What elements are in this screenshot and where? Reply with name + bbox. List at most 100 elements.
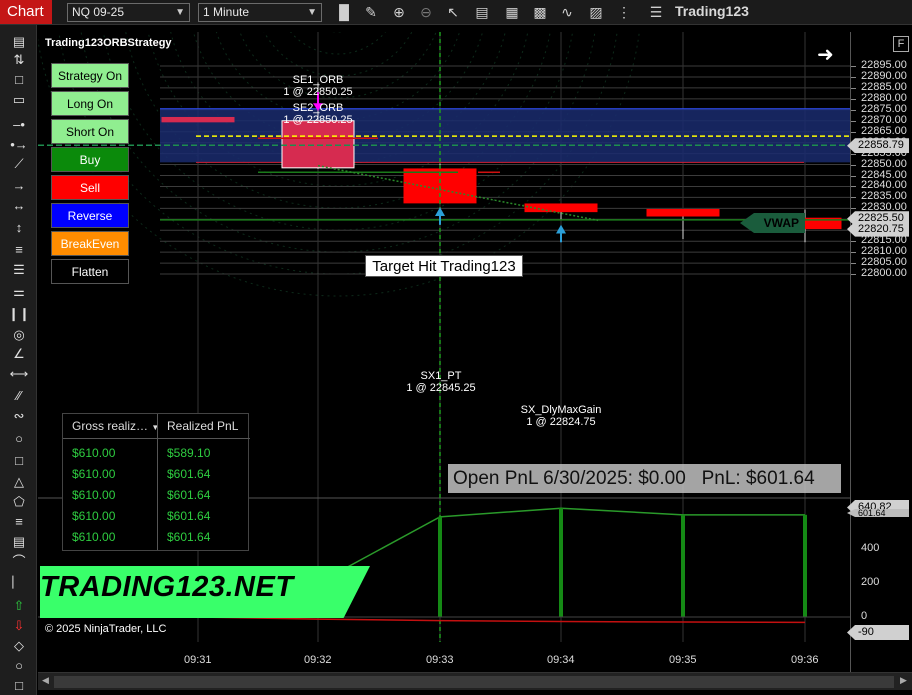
background-arc — [289, 32, 387, 55]
vertical-line-icon[interactable]: ↕ — [8, 219, 30, 237]
risk-reward-icon[interactable]: ⌒ — [8, 553, 30, 571]
price-axis[interactable]: F 22895.00 22890.00 22885.00 22880.00 22875.… — [847, 32, 912, 674]
arrow-down-icon[interactable]: ⇩ — [8, 617, 30, 635]
horizontal-line-icon[interactable]: ↔ — [8, 197, 30, 215]
fib-icon[interactable]: ≡ — [8, 241, 30, 259]
pointer-icon[interactable]: ↖ — [443, 3, 463, 22]
arrow-up-icon[interactable]: ⇧ — [8, 597, 30, 615]
extended-line-icon[interactable]: → — [8, 177, 30, 195]
price-tick — [851, 87, 856, 89]
strategy-button-5[interactable]: Reverse — [51, 203, 129, 228]
strategy-button-7[interactable]: Flatten — [51, 259, 129, 284]
select-box-icon[interactable]: □ — [8, 71, 30, 89]
bar-chart-icon[interactable]: ▐▌ — [334, 3, 354, 22]
strategy-button-6[interactable]: BreakEven — [51, 231, 129, 256]
region-icon[interactable]: ▤ — [8, 533, 30, 551]
line-icon[interactable]: –• — [8, 116, 30, 134]
trend-channel-icon[interactable]: ∕∕ — [8, 387, 30, 405]
square-icon[interactable]: □ — [8, 677, 30, 695]
arrows-icon[interactable]: ⇅ — [8, 51, 30, 69]
gross-header[interactable]: Gross realiz… ▼ — [63, 414, 157, 439]
ruler-measure-icon[interactable]: ⎸ — [8, 573, 30, 591]
strategy-button-3[interactable]: Buy — [51, 147, 129, 172]
diamond-icon[interactable]: ◇ — [8, 637, 30, 655]
angle-icon[interactable]: ∠ — [8, 345, 30, 363]
scroll-left-icon[interactable]: ◀ — [42, 675, 49, 686]
text-icon[interactable]: ≡ — [8, 513, 30, 531]
rect-select-icon[interactable]: ▭ — [8, 91, 30, 109]
exit-marker — [556, 224, 566, 234]
pnl-banner: Open PnL 6/30/2025: $0.00 PnL: $601.64 — [448, 464, 841, 493]
pnl-bar — [438, 516, 442, 617]
copyright: © 2025 NinjaTrader, LLC — [45, 623, 167, 635]
time-label: 09:32 — [304, 654, 332, 666]
menu-icon[interactable]: ☰ — [646, 3, 666, 22]
zoom-out-icon[interactable]: ⊖ — [416, 3, 436, 22]
strategy-button-0[interactable]: Strategy On — [51, 63, 129, 88]
last-price-tag: 22820.75 — [847, 221, 909, 237]
strategy-button-2[interactable]: Short On — [51, 119, 129, 144]
dot-icon[interactable]: ○ — [8, 657, 30, 675]
gann-icon[interactable]: ⚌ — [8, 283, 30, 301]
fib-extension-icon[interactable]: ☰ — [8, 261, 30, 279]
scrollbar-thumb[interactable] — [54, 676, 894, 688]
candle-body — [646, 208, 720, 217]
strategies-icon[interactable]: ▦ — [502, 3, 522, 22]
time-cycles-icon[interactable]: ❙❙ — [8, 305, 30, 323]
polygon-icon[interactable]: ⬠ — [8, 493, 30, 511]
rectangle-icon[interactable]: □ — [8, 452, 30, 470]
realized-cell: $601.64 — [167, 509, 211, 523]
templates-icon[interactable]: ∿ — [557, 3, 577, 22]
interval-select[interactable]: 1 Minute ▼ — [198, 3, 322, 22]
price-tick — [851, 263, 856, 265]
pnl-axis-label: 200 — [861, 576, 880, 588]
circles-icon[interactable]: ◎ — [8, 326, 30, 344]
andrews-pitchfork-icon[interactable]: ⟷ — [8, 365, 30, 383]
strategy-button-1[interactable]: Long On — [51, 91, 129, 116]
rows-icon[interactable]: ⋮ — [614, 3, 634, 22]
price-tick — [851, 66, 856, 67]
scroll-right-icon[interactable]: ▶ — [900, 675, 907, 686]
price-tick — [851, 274, 856, 276]
zoom-in-icon[interactable]: ⊕ — [389, 3, 409, 22]
interval-value: 1 Minute — [203, 5, 250, 19]
horizontal-scrollbar[interactable]: ◀ ▶ — [38, 672, 912, 690]
strategy-button-4[interactable]: Sell — [51, 175, 129, 200]
ellipse-icon[interactable]: ○ — [8, 430, 30, 448]
diagonal-line-icon[interactable]: ⟋ — [8, 155, 30, 173]
time-label: 09:31 — [184, 654, 212, 666]
properties-icon[interactable]: ▤ — [472, 3, 492, 22]
triangle-icon[interactable]: △ — [8, 473, 30, 491]
gross-cell: $610.00 — [72, 509, 116, 523]
gross-cell: $610.00 — [72, 530, 116, 544]
time-label: 09:33 — [426, 654, 454, 666]
realized-cell: $589.10 — [167, 446, 211, 460]
window-title[interactable]: Chart — [0, 0, 52, 24]
trade-label-sx1: SX1_PT 1 @ 22845.25 — [403, 370, 479, 394]
pnl-table: Gross realiz… ▼ $610.00 $610.00 $610.00 $61… — [62, 413, 250, 551]
ruler-icon[interactable]: ▤ — [8, 33, 30, 51]
indicators-icon[interactable]: ▩ — [530, 3, 550, 22]
ray-icon[interactable]: •→ — [8, 136, 30, 154]
arc-icon[interactable]: ∾ — [8, 407, 30, 425]
pnl-bar — [559, 508, 563, 617]
arrow-right-icon[interactable]: ➜ — [817, 42, 834, 67]
gross-column: Gross realiz… ▼ $610.00 $610.00 $610.00 $61… — [63, 414, 158, 550]
instrument-select[interactable]: NQ 09-25 ▼ — [67, 3, 190, 22]
f-button[interactable]: F — [893, 36, 909, 52]
realized-cell: $601.64 — [167, 467, 211, 481]
time-label: 09:35 — [669, 654, 697, 666]
trade-fill: 1 @ 22850.25 — [283, 86, 353, 98]
price-tick — [851, 109, 856, 111]
trade-label-se1: SE1_ORB 1 @ 22850.25 — [283, 74, 353, 98]
price-tick — [851, 98, 856, 100]
vwap-price-tag: 22858.79 — [847, 138, 909, 154]
trade-name: SX1_PT — [420, 370, 462, 382]
pencil-icon[interactable]: ✎ — [361, 3, 381, 22]
add-indicator-icon[interactable]: ▨ — [586, 3, 606, 22]
watermark-text: TRADING123.NET — [40, 571, 294, 603]
sort-down-icon: ▼ — [151, 423, 157, 432]
chart-toolbar: Chart NQ 09-25 ▼ 1 Minute ▼ ▐▌ ✎ ⊕ ⊖ ↖ ▤… — [0, 0, 912, 25]
time-label: 09:36 — [791, 654, 819, 666]
realized-header[interactable]: Realized PnL — [158, 414, 250, 439]
